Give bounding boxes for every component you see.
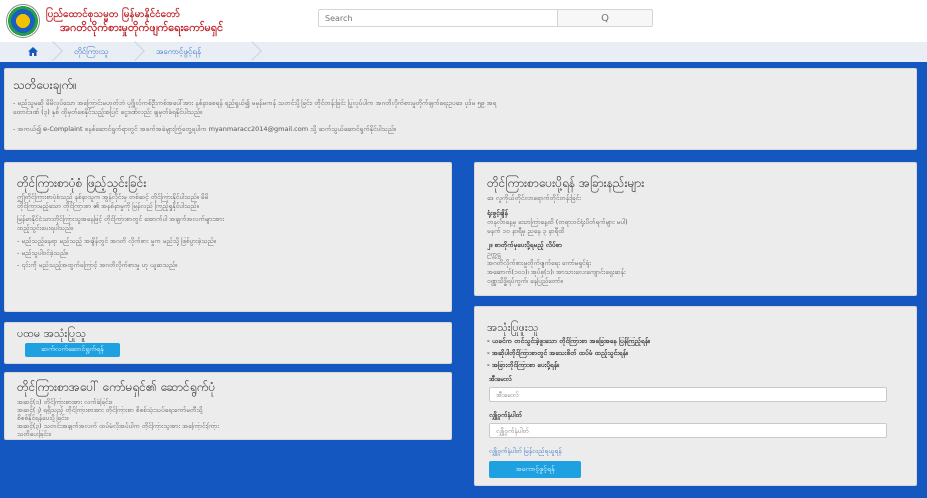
existing-user-note: - အဆိုပါတိုင်ကြားစာတွင် အသေးစိတ် ထပ်မံ ထ… [487, 349, 628, 357]
password-field[interactable] [489, 423, 887, 438]
mail-address-line: ဝဏ္ဏသိဒ္ဓိရပ်ကွက်၊ နေပြည်တော်။ [487, 277, 563, 285]
home-icon[interactable] [28, 42, 38, 62]
notice-line: - မည်သူမဆို မိမိလုပ်သော အကြောင်းမဟုတ်ဘဲ … [13, 99, 497, 107]
complaint-form-info-panel: တိုင်ကြားစာပုံစံ ဖြည့်သွင်းခြင်း ဤတိုင်က… [4, 162, 452, 312]
password-label: လျှို့ဝှက်နံပါတ် [489, 411, 522, 419]
other-methods-body: ဒေ လူကိုယ်တိုင်လာရောက်တိုင်တန်းခြင်း ရုံ… [487, 194, 912, 286]
existing-user-title: အသုံးပြုဖူးသူ [487, 321, 539, 334]
process-step: အဆင့်(၁) တိုင်ကြားစာအား လက်ခံခြင်း။ [17, 398, 113, 406]
org-subtitle: အဂတိလိုက်စားမှုတိုက်ဖျက်ရေးကော်မရှင် [60, 21, 224, 34]
process-step: အဆင့်(၃) သတင်းအချက်အလက် ထပ်မံလိုအပ်ပါက တ… [17, 422, 219, 430]
process-step: စိစစ်နိုင်ရန်ပေးပို့ခြင်း။ [17, 414, 69, 422]
mail-address-label: ၂။ စာတိုက်မှပေးပို့ရမည့် လိပ်စာ [487, 241, 562, 249]
commission-process-body: အဆင့်(၁) တိုင်ကြားစာအား လက်ခံခြင်း။ အဆင့… [17, 398, 447, 438]
info-line: - မည်သူပါဝင်ခဲ့သည်။ [17, 249, 68, 257]
existing-user-notes: - ယခင်က တင်သွင်းခဲ့ဖူးသော တိုင်ကြားစာ အခ… [487, 337, 912, 370]
search-icon: Q [601, 12, 609, 24]
complaint-form-info-title: တိုင်ကြားစာပုံစံ ဖြည့်သွင်းခြင်း [17, 176, 147, 190]
first-time-user-panel: ပထမ အသုံးပြုသူ ဆက်လက်ဆောင်ရွက်ရန် [4, 322, 452, 364]
office-hours-label: ရုံးဖွင့်ချိန် [487, 209, 508, 217]
commission-process-title: တိုင်ကြားစာအပေါ် ကော်မရှင်၏ ဆောင်ရွက်ပုံ [17, 380, 216, 394]
info-line: - ၎င်းကို မည်သည့်အထွက်ကြောင့် အဂတိလိုက်စ… [17, 261, 178, 269]
mail-address-line: ဥက္ကဋ္ဌ [487, 250, 501, 258]
email-field[interactable] [489, 387, 887, 402]
commission-process-panel: တိုင်ကြားစာအပေါ် ကော်မရှင်၏ ဆောင်ရွက်ပုံ… [4, 372, 452, 440]
search-button[interactable]: Q [558, 9, 653, 27]
existing-user-note: - ယခင်က တင်သွင်းခဲ့ဖူးသော တိုင်ကြားစာ အခ… [487, 337, 650, 345]
email-label: အီးမေးလ် [489, 375, 512, 383]
complaint-form-info-body: ဤတိုင်ကြားစာပုံစံသည် နစ်နာသူက အွန်လိုင်း… [17, 193, 447, 270]
info-line: မြန်မာနိုင်ငံသားတိုင်ကြားသူအနေဖြင့် တိုင… [17, 215, 225, 223]
forgot-password-link[interactable]: လျှို့ဝှက်နံပါတ် မြန်လည်ရယူရန် [489, 447, 562, 456]
continue-button[interactable]: ဆက်လက်ဆောင်ရွက်ရန် [25, 343, 120, 357]
notice-panel: သတိပေးချက်။ - မည်သူမဆို မိမိလုပ်သော အကြေ… [4, 68, 917, 150]
office-hours-line: တနင်္လာနေ့မှ သောကြာနေ့ထိ (တရားဝင်ရုံးပိတ… [487, 218, 628, 226]
breadcrumb-item-open-account[interactable]: အကောင့်ဖွင့်ရန် [156, 42, 201, 62]
breadcrumb-item-complainant[interactable]: တိုင်ကြားသူ [74, 42, 108, 62]
existing-user-panel: အသုံးပြုဖူးသူ - ယခင်က တင်သွင်းခဲ့ဖူးသော … [474, 306, 917, 486]
process-step: သတိပေးခြင်း။ [17, 430, 51, 438]
breadcrumb-separator [43, 41, 63, 61]
info-line: တိုင်ကြားမည့်သော တိုင်ကြားစာ ၏ အနစ်နာမှု… [17, 202, 199, 210]
process-step: အဆင့်(၂) ရရှိသည့် တိုင်ကြားစာအား တိုင်ကြ… [17, 406, 203, 414]
login-button[interactable]: အကောင့်ဖွင့်ရန် [489, 461, 581, 478]
first-time-user-title: ပထမ အသုံးပြုသူ [17, 327, 86, 340]
mail-address-line: အဆောက်(၁၀၁)၊ အုပ်စု(၁)၊ အာသားလေးကျောင်းရ… [487, 268, 626, 276]
info-line: ထည့်သွင်းပေးရပါသည်။ [17, 224, 74, 232]
notice-title: သတိပေးချက်။ [13, 78, 77, 92]
other-methods-subtitle: ဒေ လူကိုယ်တိုင်လာရောက်တိုင်တန်းခြင်း [487, 194, 581, 202]
mail-address-line: အဂတိလိုက်စားမှုတိုက်ဖျက်ရေး ကော်မရှင်ရုံ… [487, 259, 591, 267]
info-line: ဤတိုင်ကြားစာပုံစံသည် နစ်နာသူက အွန်လိုင်း… [17, 193, 209, 201]
notice-line: - အကယ်၍ e-Complaint စနစ်ဆောင်ရွက်ရာတွင် … [13, 125, 396, 133]
notice-line: ထောင်ဒဏ် (၃) နှစ် ထိုမှတ်စေနိုင်သည့်အပြင… [13, 108, 203, 116]
existing-user-note: - အခြားတိုင်ကြားစာ ပေးပို့ရန်။ [487, 361, 559, 369]
acc-logo-icon[interactable] [6, 4, 40, 38]
info-line: - မည်သည့်နေရာ မည်သည့် အချိန်တွင် အဂတိ လိ… [17, 237, 216, 245]
office-hours-line: မနက် ၁၀ နာရီမှ ညနေ ၃ နာရီထိ [487, 227, 565, 235]
search-input[interactable] [318, 9, 558, 27]
breadcrumb-separator [242, 41, 262, 61]
breadcrumb-separator [125, 41, 145, 61]
site-header: ပြည်ထောင်စုသမ္မတ မြန်မာနိုင်ငံတော် အဂတိလ… [0, 0, 927, 42]
other-methods-panel: တိုင်ကြားစာပေးပို့ရန် အခြားနည်းများ ဒေ လ… [474, 162, 917, 296]
other-methods-title: တိုင်ကြားစာပေးပို့ရန် အခြားနည်းများ [487, 176, 645, 190]
breadcrumb: တိုင်ကြားသူ အကောင့်ဖွင့်ရန် [0, 41, 927, 62]
org-title: ပြည်ထောင်စုသမ္မတ မြန်မာနိုင်ငံတော် [46, 9, 180, 20]
